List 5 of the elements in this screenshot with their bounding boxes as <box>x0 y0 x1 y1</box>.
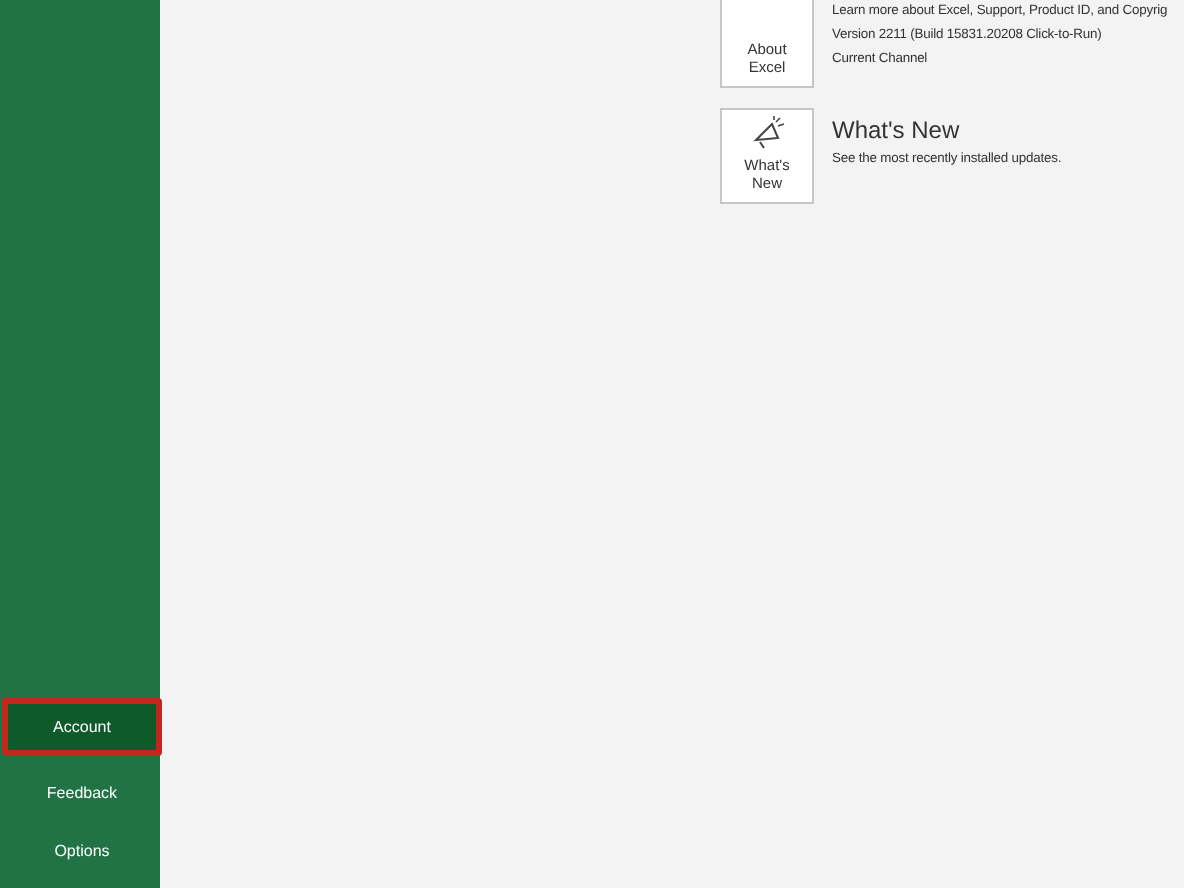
megaphone-icon <box>749 115 785 151</box>
sidebar-item[interactable]: Options <box>2 822 162 880</box>
sidebar-item[interactable]: Account <box>2 698 162 756</box>
sidebar-item[interactable]: Feedback <box>2 764 162 822</box>
section-title: What's New <box>832 116 962 144</box>
